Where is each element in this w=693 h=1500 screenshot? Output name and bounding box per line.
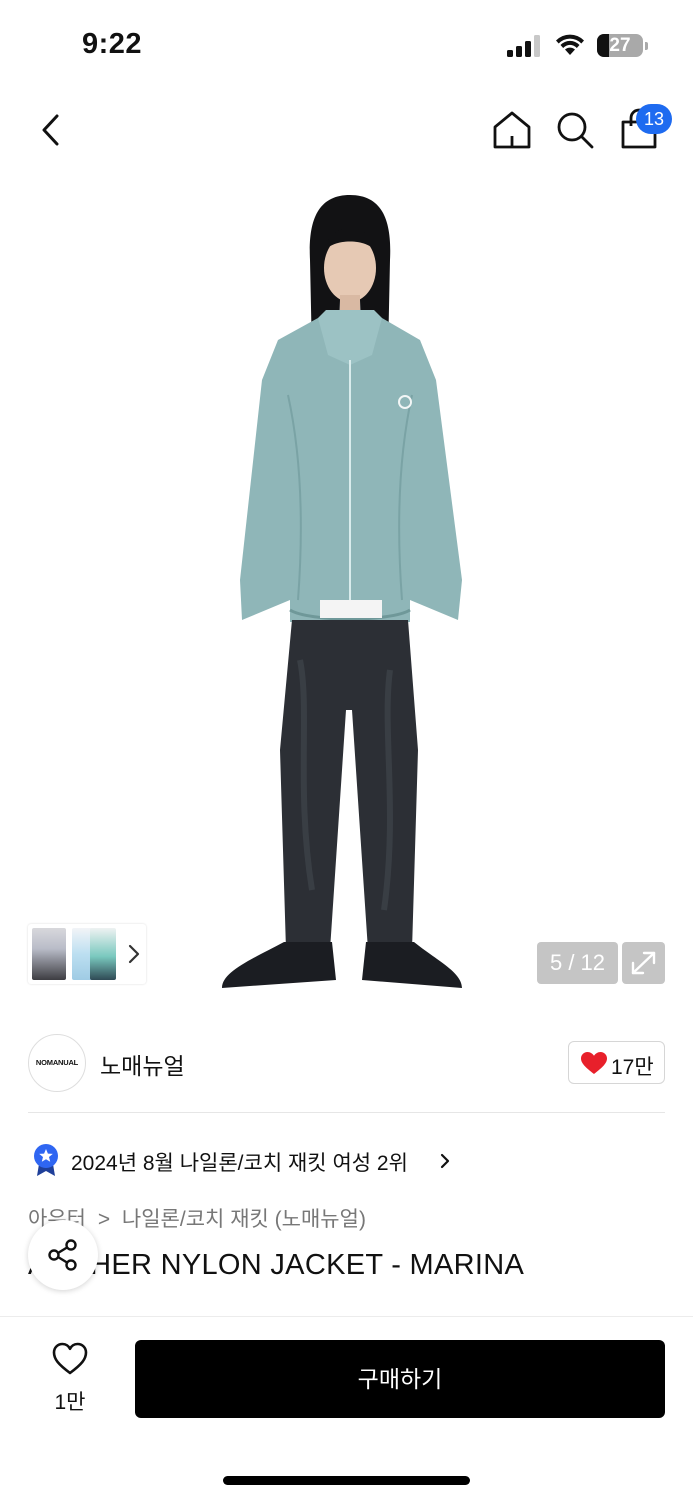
thumbnail-image[interactable]	[32, 928, 66, 980]
chevron-right-icon[interactable]	[438, 1150, 452, 1172]
brand-name[interactable]: 노매뉴얼	[100, 1047, 185, 1081]
expand-button[interactable]	[622, 942, 665, 984]
buy-button[interactable]: 구매하기	[135, 1340, 665, 1418]
status-time: 9:22	[82, 28, 143, 60]
status-bar: 9:22 27	[0, 0, 693, 90]
signal-icon	[507, 35, 540, 57]
brand-logo[interactable]: NOMANUAL	[28, 1034, 86, 1092]
divider	[28, 1112, 665, 1113]
back-arrow-icon[interactable]	[30, 108, 74, 152]
image-page-counter: 5 / 12	[537, 942, 618, 984]
breadcrumb-separator: >	[97, 1208, 111, 1231]
heart-filled-icon	[581, 1052, 607, 1074]
heart-outline-icon	[52, 1342, 88, 1375]
battery-icon: 27	[597, 34, 643, 57]
search-icon[interactable]	[553, 108, 597, 152]
home-icon[interactable]	[490, 108, 534, 152]
expand-icon	[631, 951, 656, 975]
share-icon	[48, 1239, 77, 1271]
brand-like-count: 17만	[611, 1056, 654, 1079]
product-model-photo	[222, 195, 462, 988]
wishlist-count: 1만	[54, 1391, 86, 1414]
battery-cap	[645, 42, 648, 50]
star-ribbon-icon	[34, 1144, 58, 1176]
brand-like-button[interactable]: 17만	[568, 1041, 665, 1084]
chevron-right-icon[interactable]	[124, 938, 144, 970]
battery-level: 27	[609, 35, 631, 56]
thumbnail-strip[interactable]	[28, 924, 146, 984]
home-indicator[interactable]	[223, 1476, 470, 1485]
product-title: ARCHER NYLON JACKET - MARINA	[28, 1249, 525, 1281]
wishlist-button[interactable]: 1만	[40, 1342, 100, 1416]
ranking-text[interactable]: 2024년 8월 나일론/코치 재킷 여성 2위	[71, 1147, 408, 1177]
thumbnail-image[interactable]	[90, 928, 116, 980]
cart-count-badge: 13	[636, 104, 672, 134]
share-button[interactable]	[28, 1220, 98, 1290]
breadcrumb-subcategory[interactable]: 나일론/코치 재킷 (노매뉴얼)	[122, 1208, 366, 1231]
wifi-icon	[556, 34, 584, 55]
